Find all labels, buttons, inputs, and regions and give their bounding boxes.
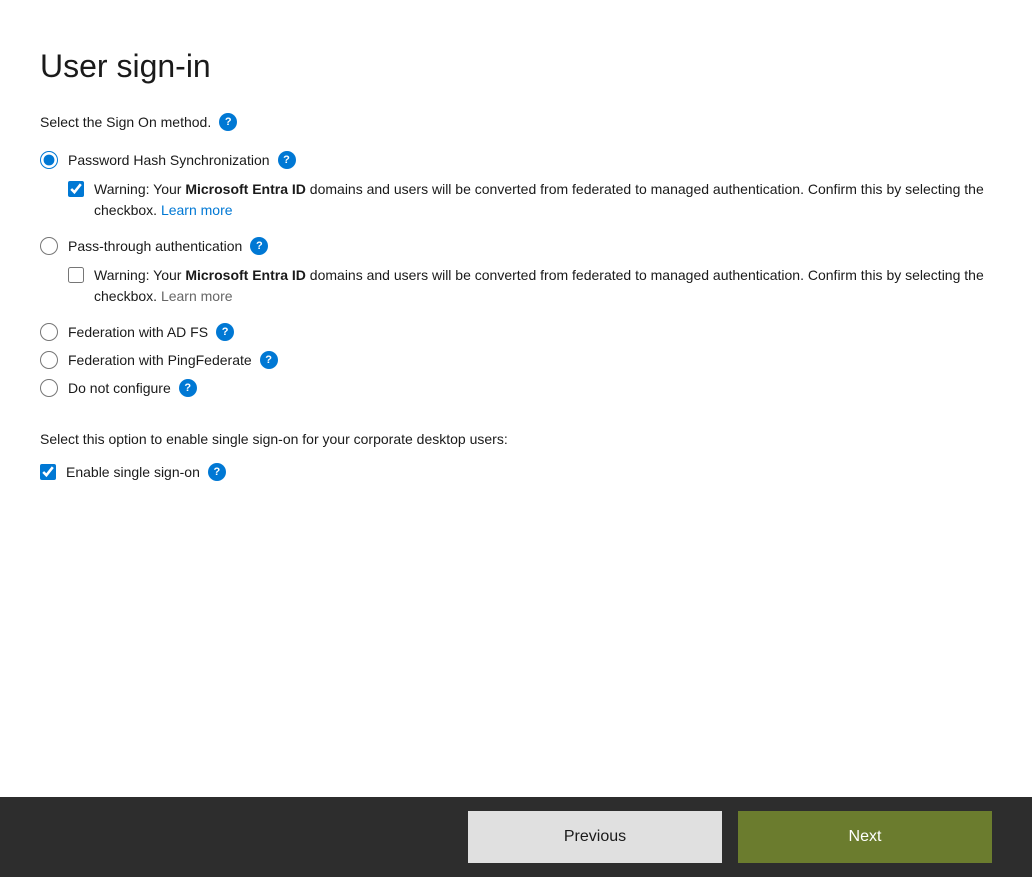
radio-pta[interactable]: Pass-through authentication ? [40, 237, 992, 255]
radio-adfs[interactable]: Federation with AD FS ? [40, 323, 992, 341]
pta-help-icon[interactable]: ? [250, 237, 268, 255]
main-content: User sign-in Select the Sign On method. … [0, 0, 1032, 797]
sso-help-icon[interactable]: ? [208, 463, 226, 481]
sign-on-options: Password Hash Synchronization ? Warning:… [40, 151, 992, 407]
sso-section: Select this option to enable single sign… [40, 431, 992, 481]
phs-warning-checkbox[interactable] [68, 181, 84, 197]
adfs-help-icon[interactable]: ? [216, 323, 234, 341]
previous-button[interactable]: Previous [468, 811, 722, 863]
radio-none-input[interactable] [40, 379, 58, 397]
section-help-icon[interactable]: ? [219, 113, 237, 131]
none-help-icon[interactable]: ? [179, 379, 197, 397]
section-label: Select the Sign On method. ? [40, 113, 992, 131]
radio-phs[interactable]: Password Hash Synchronization ? [40, 151, 992, 169]
radio-ping[interactable]: Federation with PingFederate ? [40, 351, 992, 369]
next-button[interactable]: Next [738, 811, 992, 863]
radio-phs-label[interactable]: Password Hash Synchronization ? [68, 151, 296, 169]
radio-adfs-label[interactable]: Federation with AD FS ? [68, 323, 234, 341]
radio-pta-input[interactable] [40, 237, 58, 255]
radio-ping-label[interactable]: Federation with PingFederate ? [68, 351, 278, 369]
phs-learn-more-link[interactable]: Learn more [161, 202, 233, 218]
sso-checkbox-item[interactable]: Enable single sign-on ? [40, 463, 992, 481]
pta-warning: Warning: Your Microsoft Entra ID domains… [68, 265, 992, 307]
radio-phs-input[interactable] [40, 151, 58, 169]
radio-none-label[interactable]: Do not configure ? [68, 379, 197, 397]
sso-section-label: Select this option to enable single sign… [40, 431, 992, 447]
pta-warning-text[interactable]: Warning: Your Microsoft Entra ID domains… [94, 265, 992, 307]
radio-ping-input[interactable] [40, 351, 58, 369]
radio-pta-label[interactable]: Pass-through authentication ? [68, 237, 268, 255]
radio-adfs-input[interactable] [40, 323, 58, 341]
ping-help-icon[interactable]: ? [260, 351, 278, 369]
section-label-text: Select the Sign On method. [40, 114, 211, 130]
phs-warning: Warning: Your Microsoft Entra ID domains… [68, 179, 992, 221]
pta-learn-more-link: Learn more [161, 288, 233, 304]
radio-none[interactable]: Do not configure ? [40, 379, 992, 397]
phs-help-icon[interactable]: ? [278, 151, 296, 169]
sso-checkbox[interactable] [40, 464, 56, 480]
sso-checkbox-label[interactable]: Enable single sign-on ? [66, 463, 226, 481]
pta-warning-checkbox[interactable] [68, 267, 84, 283]
phs-warning-text[interactable]: Warning: Your Microsoft Entra ID domains… [94, 179, 992, 221]
page-title: User sign-in [40, 48, 992, 85]
footer: Previous Next [0, 797, 1032, 877]
